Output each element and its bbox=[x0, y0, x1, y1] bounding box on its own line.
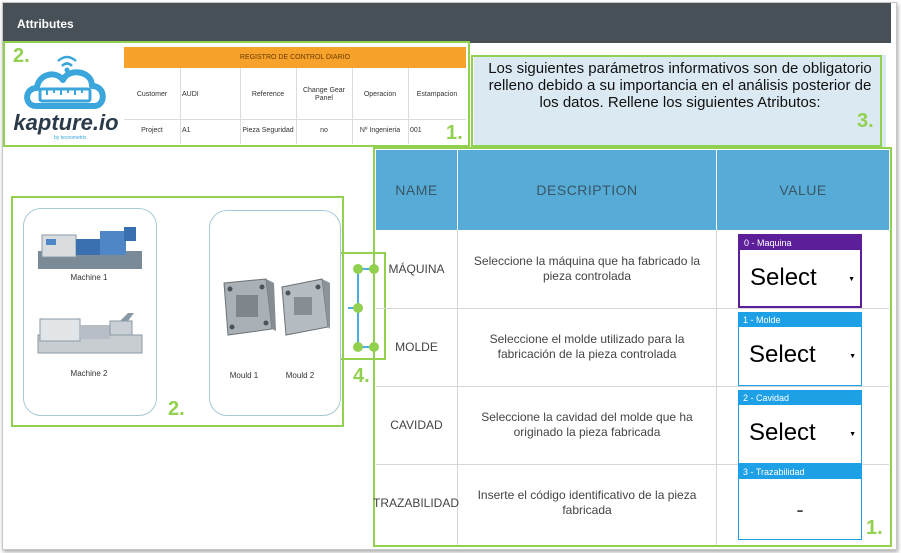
param-description: Seleccione la cavidad del molde que ha o… bbox=[481, 410, 693, 439]
annotation-number: 2. bbox=[168, 398, 185, 420]
param-description: Seleccione el molde utilizado para la fa… bbox=[489, 332, 685, 361]
machine-card[interactable]: Machine 1 Machine 2 bbox=[23, 208, 157, 416]
input-value: - bbox=[796, 497, 804, 522]
mould-1-image bbox=[223, 278, 276, 336]
mould-select[interactable]: 1 - Molde Select ▼ bbox=[738, 312, 862, 386]
annotation-number: 1. bbox=[446, 122, 463, 144]
machine-select[interactable]: 0 - Maquina Select ▼ bbox=[738, 234, 862, 308]
param-name: MÁQUINA bbox=[388, 262, 445, 276]
annotation-box-header bbox=[3, 41, 470, 147]
annotation-number: 3. bbox=[857, 110, 874, 132]
select-value: Select bbox=[749, 341, 816, 368]
mould-card[interactable]: Mould 1 Mould 2 bbox=[209, 210, 341, 416]
dropdown-caret-icon: ▼ bbox=[848, 276, 855, 283]
field-label: 0 - Maquina bbox=[740, 236, 860, 250]
traceability-input[interactable]: 3 - Trazabilidad - bbox=[738, 464, 862, 540]
mould-label: Mould 1 bbox=[229, 371, 259, 380]
annotation-box-info bbox=[471, 55, 882, 147]
mould-label: Mould 2 bbox=[285, 371, 315, 380]
window-title: Attributes bbox=[17, 17, 74, 31]
attributes-table: NAME DESCRIPTION VALUE MÁQUINA Seleccion… bbox=[373, 150, 889, 545]
connector-node bbox=[353, 264, 363, 274]
param-name: TRAZABILIDAD bbox=[372, 496, 459, 510]
dropdown-caret-icon: ▼ bbox=[849, 431, 856, 438]
dropdown-caret-icon: ▼ bbox=[849, 353, 856, 360]
column-header-description: DESCRIPTION bbox=[458, 150, 716, 230]
machine-label: Machine 2 bbox=[70, 369, 108, 378]
column-header-value: VALUE bbox=[717, 150, 889, 230]
injection-machine-1-image bbox=[38, 227, 142, 269]
param-description: Seleccione la máquina que ha fabricado l… bbox=[473, 254, 701, 283]
param-description: Inserte el código identificativo de la p… bbox=[477, 488, 697, 517]
title-bar: Attributes bbox=[3, 3, 891, 43]
column-header-name: NAME bbox=[376, 150, 457, 230]
select-value: Select bbox=[749, 419, 816, 446]
param-name: CAVIDAD bbox=[390, 418, 443, 432]
annotation-number: 2. bbox=[13, 45, 30, 67]
injection-machine-2-image bbox=[37, 313, 143, 354]
connector-node bbox=[353, 342, 363, 352]
connector-node bbox=[353, 303, 363, 313]
field-label: 2 - Cavidad bbox=[739, 391, 861, 405]
machine-label: Machine 1 bbox=[70, 273, 108, 282]
field-label: 1 - Molde bbox=[739, 313, 861, 327]
param-name: MOLDE bbox=[395, 340, 438, 354]
select-value: Select bbox=[750, 264, 817, 291]
field-label: 3 - Trazabilidad bbox=[739, 465, 861, 479]
cavity-select[interactable]: 2 - Cavidad Select ▼ bbox=[738, 390, 862, 464]
mould-2-image bbox=[281, 278, 330, 336]
annotation-number: 4. bbox=[353, 365, 370, 387]
